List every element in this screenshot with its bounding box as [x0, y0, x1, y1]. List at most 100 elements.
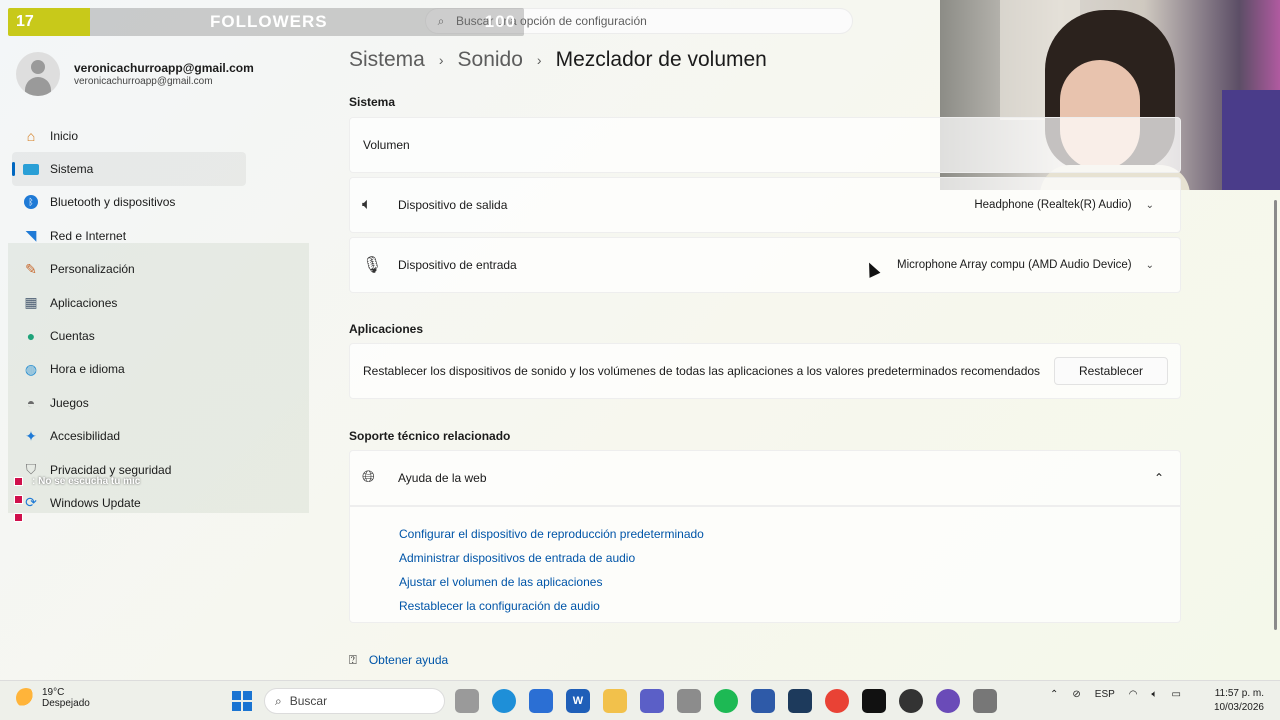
terminal-icon[interactable] [788, 689, 812, 713]
input-device-dropdown[interactable]: Microphone Array compu (AMD Audio Device… [887, 250, 1166, 280]
help-link-input-devices[interactable]: Administrar dispositivos de entrada de a… [399, 546, 704, 570]
chevron-up-icon[interactable]: ⌃ [1154, 471, 1164, 485]
system-icon [22, 160, 40, 178]
teams-icon[interactable] [640, 689, 664, 713]
spotify-icon[interactable] [714, 689, 738, 713]
weather-widget[interactable]: 19°C Despejado [16, 687, 90, 709]
help-link-app-volume[interactable]: Ajustar el volumen de las aplicaciones [399, 570, 704, 594]
word-icon[interactable]: W [566, 689, 590, 713]
chrome-icon[interactable] [825, 689, 849, 713]
task-view-icon[interactable] [455, 689, 479, 713]
chat-badge-icon [14, 476, 23, 486]
section-aplicaciones-label: Aplicaciones [349, 322, 424, 336]
output-device-label: Dispositivo de salida [398, 198, 508, 212]
chat-message [14, 490, 140, 508]
sidebar-item-label: Accesibilidad [50, 429, 121, 444]
get-help-link[interactable]: ⍰ Obtener ayuda [349, 652, 448, 668]
profile-email: veronicachurroapp@gmail.com [74, 76, 213, 87]
input-device-card: 🎙︎ Dispositivo de entrada Microphone Arr… [349, 237, 1181, 293]
language-indicator[interactable]: ESP [1095, 689, 1115, 700]
chevron-down-icon: ⌄ [1145, 199, 1154, 211]
reset-button[interactable]: Restablecer [1053, 357, 1168, 385]
taskbar-pinned-apps: W [455, 689, 1010, 713]
sidebar-item-sistema[interactable]: Sistema [12, 152, 246, 186]
sidebar-item-label: Personalización [50, 262, 135, 277]
gamepad-icon: ◓ [26, 394, 36, 411]
follower-goal: 100 [484, 12, 516, 31]
sidebar-item-inicio[interactable]: ⌂ Inicio [12, 119, 246, 152]
breadcrumb-sistema[interactable]: Sistema [349, 48, 425, 72]
input-device-label: Dispositivo de entrada [398, 258, 517, 272]
taskbar-apps [230, 689, 267, 713]
taskbar-search[interactable]: ⌕ Buscar [264, 688, 445, 714]
volume-label: Volumen [363, 138, 410, 152]
sidebar-item-accesibilidad[interactable]: ✦ Accesibilidad [12, 420, 246, 453]
sidebar-item-juegos[interactable]: ◓ Juegos [12, 386, 246, 419]
file-explorer-icon[interactable] [603, 689, 627, 713]
network-off-icon[interactable]: ⊘ [1072, 689, 1080, 700]
followers-goal-overlay: 17 FOLLOWERS 100 [8, 8, 524, 36]
page-title: Mezclador de volumen [555, 48, 767, 71]
sidebar-item-label: Red e Internet [50, 228, 127, 243]
apps-icon: ▦ [24, 294, 38, 311]
taskbar: 19°C Despejado ⌕ Buscar W ⌃ ⊘ ESP ◠ 🔈︎ ▭… [0, 680, 1280, 720]
edge-icon[interactable] [492, 689, 516, 713]
volume-icon[interactable]: 🔈︎ [1152, 689, 1158, 700]
sidebar-item-aplicaciones[interactable]: ▦ Aplicaciones [12, 286, 246, 319]
help-web-card[interactable]: 🌐︎ Ayuda de la web ⌃ [349, 450, 1181, 506]
weather-temp: 19°C [42, 687, 65, 698]
clock[interactable]: 11:57 p. m. 10/03/2026 [1200, 687, 1264, 715]
breadcrumb-sonido[interactable]: Sonido [458, 48, 523, 72]
search-icon: ⌕ [275, 693, 282, 708]
bluetooth-icon: ᛒ [22, 193, 40, 211]
brush-icon: ✎ [25, 260, 37, 277]
chevron-right-icon: › [438, 52, 444, 68]
chevron-down-icon: ⌄ [1145, 259, 1154, 271]
sidebar-item-label: Inicio [50, 128, 79, 143]
store-icon[interactable] [529, 689, 553, 713]
wifi-icon[interactable]: ◠ [1129, 689, 1138, 700]
accessibility-icon: ✦ [25, 427, 37, 444]
help-link-reset-audio[interactable]: Restablecer la configuración de audio [399, 594, 704, 618]
obs-icon[interactable] [899, 689, 923, 713]
profile-name: veronicachurroapp@gmail.com [74, 61, 254, 75]
sidebar-nav: ⌂ Inicio Sistema ᛒ Bluetooth y dispositi… [12, 119, 246, 520]
sidebar-item-red[interactable]: ◥ Red e Internet [12, 219, 246, 252]
sidebar-item-bluetooth[interactable]: ᛒ Bluetooth y dispositivos [12, 186, 246, 219]
follower-title: FOLLOWERS [210, 12, 328, 31]
outlook-icon[interactable] [751, 689, 775, 713]
profile-info: veronicachurroapp@gmail.com veronicachur… [74, 61, 254, 87]
stream-chat-overlay: : No se escucha tu mic [14, 472, 140, 526]
capcut-icon[interactable] [862, 689, 886, 713]
sidebar-item-cuentas[interactable]: ● Cuentas [12, 319, 246, 352]
twitch-icon[interactable] [936, 689, 960, 713]
app-icon[interactable] [677, 689, 701, 713]
background-screen [1222, 90, 1280, 190]
moon-icon [16, 688, 36, 708]
section-soporte-label: Soporte técnico relacionado [349, 429, 511, 443]
chat-badge-icon [14, 512, 23, 522]
output-device-value: Headphone (Realtek(R) Audio) [974, 199, 1132, 211]
output-device-card: 🔈︎ Dispositivo de salida Headphone (Real… [349, 177, 1181, 233]
settings-gear-icon[interactable] [973, 689, 997, 713]
chat-message [14, 508, 140, 526]
chevron-up-icon[interactable]: ⌃ [1050, 689, 1058, 700]
sidebar-item-hora[interactable]: ◍ Hora e idioma [12, 353, 246, 386]
avatar-head [31, 60, 45, 74]
output-device-dropdown[interactable]: Headphone (Realtek(R) Audio) ⌄ [964, 190, 1166, 220]
breadcrumb: Sistema › Sonido › Mezclador de volumen [349, 48, 767, 72]
scrollbar[interactable] [1274, 200, 1277, 630]
sidebar-item-personalizacion[interactable]: ✎ Personalización [12, 253, 246, 286]
follower-goal-bar: FOLLOWERS 100 [90, 8, 524, 36]
start-icon[interactable] [230, 689, 254, 713]
user-profile[interactable]: veronicachurroapp@gmail.com veronicachur… [16, 52, 254, 96]
battery-icon[interactable]: ▭ [1172, 689, 1181, 700]
chat-text: : No se escucha tu mic [32, 475, 141, 487]
system-tray: ⌃ ⊘ ESP ◠ 🔈︎ ▭ [1050, 689, 1195, 700]
help-icon: ⍰ [349, 652, 357, 667]
clock-date: 10/03/2026 [1213, 702, 1264, 713]
reset-description: Restablecer los dispositivos de sonido y… [363, 364, 1041, 378]
help-link-default-playback[interactable]: Configurar el dispositivo de reproducció… [399, 522, 704, 546]
get-help-label: Obtener ayuda [368, 653, 449, 667]
globe-clock-icon: ◍ [24, 360, 38, 377]
